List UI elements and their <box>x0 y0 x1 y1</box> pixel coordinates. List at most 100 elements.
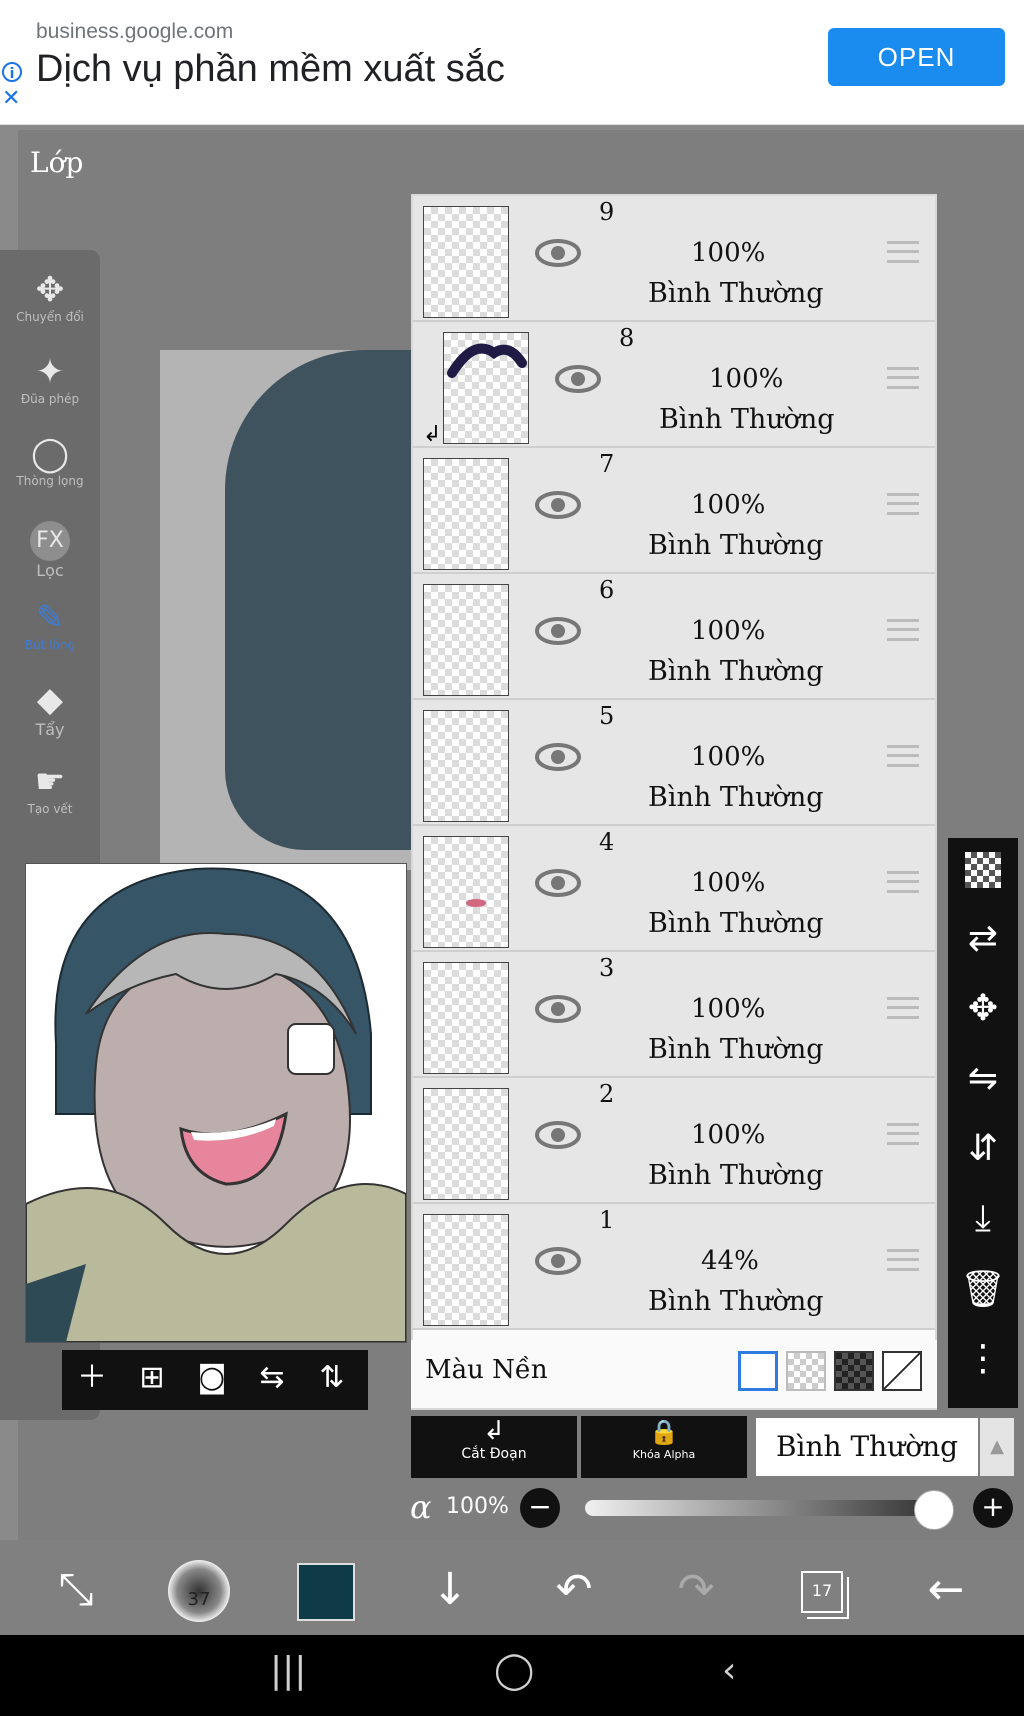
checker-icon[interactable] <box>948 852 1018 897</box>
transform-tool-icon[interactable]: ⤡ <box>46 1560 106 1620</box>
ad-title[interactable]: Dịch vụ phần mềm xuất sắc <box>36 48 505 91</box>
drag-handle-icon[interactable] <box>887 241 919 263</box>
tool-smudge[interactable]: ☛ Tạo vết <box>0 762 100 816</box>
undo-icon[interactable]: ↶ <box>544 1560 604 1620</box>
blend-mode-select[interactable]: Bình Thường <box>756 1418 978 1476</box>
bg-transparent-swatch[interactable] <box>786 1351 826 1391</box>
layer-opacity: 44% <box>701 1246 759 1276</box>
layer-thumbnail <box>423 962 509 1074</box>
alpha-lock-label: Khóa Alpha <box>632 1448 696 1461</box>
tool-brush[interactable]: ✎ Bút lông <box>0 598 100 652</box>
layer-opacity: 100% <box>691 868 766 898</box>
download-icon[interactable]: ↓ <box>420 1560 480 1620</box>
flip-vertical-icon[interactable]: ⇵ <box>948 1128 1018 1169</box>
back-arrow-icon[interactable]: ← <box>916 1560 976 1620</box>
eye-icon[interactable] <box>535 238 581 268</box>
clipping-button[interactable]: ↲ Cắt Đoạn <box>411 1416 577 1478</box>
layer-row[interactable]: 3 100% Bình Thường <box>413 952 935 1078</box>
tool-magic-wand[interactable]: ✦ Đũa phép <box>0 352 100 406</box>
layer-number: 9 <box>599 198 615 226</box>
layer-blend-mode: Bình Thường <box>648 1160 824 1191</box>
eye-icon[interactable] <box>535 490 581 520</box>
back-icon[interactable]: ‹ <box>722 1650 736 1691</box>
bg-white-swatch[interactable] <box>738 1351 778 1391</box>
flip-horizontal-icon[interactable]: ⇆ <box>252 1358 292 1398</box>
eye-icon[interactable] <box>535 1120 581 1150</box>
brush-icon: ✎ <box>35 598 65 638</box>
layer-row[interactable]: 5 100% Bình Thường <box>413 700 935 826</box>
smudge-icon: ☛ <box>34 762 66 802</box>
opacity-value: 100% <box>446 1494 509 1519</box>
more-vertical-icon[interactable]: ⋮ <box>948 1338 1018 1379</box>
layer-blend-mode: Bình Thường <box>648 782 824 813</box>
layer-row[interactable]: 7 100% Bình Thường <box>413 448 935 574</box>
ad-banner[interactable]: business.google.com Dịch vụ phần mềm xuấ… <box>0 0 1024 125</box>
trash-icon[interactable]: 🗑 <box>948 1268 1018 1310</box>
swap-layer-icon[interactable]: ⇄ <box>948 918 1018 959</box>
ad-open-button[interactable]: OPEN <box>828 28 1005 86</box>
eye-icon[interactable] <box>535 1246 581 1276</box>
panel-title: Lớp <box>30 146 84 179</box>
layer-row[interactable]: 9 100% Bình Thường <box>413 196 935 322</box>
layer-thumbnail <box>423 1088 509 1200</box>
drag-handle-icon[interactable] <box>887 1123 919 1145</box>
move-icon[interactable]: ✥ <box>948 988 1018 1029</box>
layers-button[interactable]: 17 <box>792 1560 852 1620</box>
minus-button[interactable]: − <box>520 1488 560 1528</box>
layer-row[interactable]: 2 100% Bình Thường <box>413 1078 935 1204</box>
eye-icon[interactable] <box>535 868 581 898</box>
tool-label: Tạo vết <box>27 802 73 816</box>
camera-icon[interactable]: ◙ <box>192 1358 232 1398</box>
layer-opacity: 100% <box>691 238 766 268</box>
info-icon[interactable]: i <box>2 62 22 82</box>
add-icon[interactable]: ＋ <box>72 1358 112 1398</box>
drag-handle-icon[interactable] <box>887 619 919 641</box>
drag-handle-icon[interactable] <box>887 745 919 767</box>
drag-handle-icon[interactable] <box>887 871 919 893</box>
recent-apps-icon[interactable]: ||| <box>270 1650 306 1691</box>
canvas-artwork <box>225 350 415 850</box>
opacity-slider[interactable] <box>585 1500 935 1516</box>
flip-vertical-icon[interactable]: ⇅ <box>312 1358 352 1398</box>
drag-handle-icon[interactable] <box>887 367 919 389</box>
close-icon[interactable]: ✕ <box>2 86 20 111</box>
tool-transform[interactable]: ✥ Chuyển đổi <box>0 270 100 324</box>
tool-eraser[interactable]: ◆ Tẩy <box>0 680 100 739</box>
brush-size-button[interactable]: 37 <box>168 1560 230 1622</box>
layer-row[interactable]: 1 44% Bình Thường <box>413 1204 935 1330</box>
bottom-toolbar <box>0 1540 1024 1635</box>
layer-row[interactable]: 4 100% Bình Thường <box>413 826 935 952</box>
eye-icon[interactable] <box>535 994 581 1024</box>
ad-domain: business.google.com <box>36 20 234 43</box>
flip-horizontal-icon[interactable]: ⇋ <box>948 1058 1018 1099</box>
bg-none-swatch[interactable] <box>882 1351 922 1391</box>
tool-label: Bút lông <box>24 638 76 652</box>
layer-row[interactable]: ↲ 8 100% Bình Thường <box>413 322 935 448</box>
tool-filter[interactable]: FX Lọc <box>0 516 100 580</box>
home-icon[interactable]: ◯ <box>494 1650 534 1691</box>
clip-arrow-icon: ↲ <box>423 422 442 447</box>
add-layer-icon[interactable]: ⊞ <box>132 1358 172 1398</box>
tool-label: Lọc <box>36 561 64 580</box>
eye-icon[interactable] <box>535 742 581 772</box>
slider-knob[interactable] <box>914 1490 954 1530</box>
tool-lasso[interactable]: ◯ Thòng lọng <box>0 434 100 488</box>
layer-blend-mode: Bình Thường <box>659 404 835 435</box>
drag-handle-icon[interactable] <box>887 997 919 1019</box>
merge-down-icon[interactable]: ⤓ <box>948 1198 1018 1240</box>
layer-blend-mode: Bình Thường <box>648 908 824 939</box>
eye-icon[interactable] <box>555 364 601 394</box>
drag-handle-icon[interactable] <box>887 1249 919 1271</box>
color-swatch-button[interactable] <box>296 1560 356 1621</box>
redo-icon[interactable]: ↷ <box>666 1560 726 1620</box>
plus-button[interactable]: + <box>973 1488 1013 1528</box>
tool-label: Thòng lọng <box>16 474 84 488</box>
drag-handle-icon[interactable] <box>887 493 919 515</box>
chevron-up-icon[interactable]: ▲ <box>980 1418 1014 1476</box>
artwork-preview[interactable] <box>25 863 407 1343</box>
alpha-lock-button[interactable]: 🔒 Khóa Alpha <box>581 1416 747 1478</box>
layer-thumbnail <box>423 1214 509 1326</box>
layer-row[interactable]: 6 100% Bình Thường <box>413 574 935 700</box>
eye-icon[interactable] <box>535 616 581 646</box>
bg-dark-swatch[interactable] <box>834 1351 874 1391</box>
